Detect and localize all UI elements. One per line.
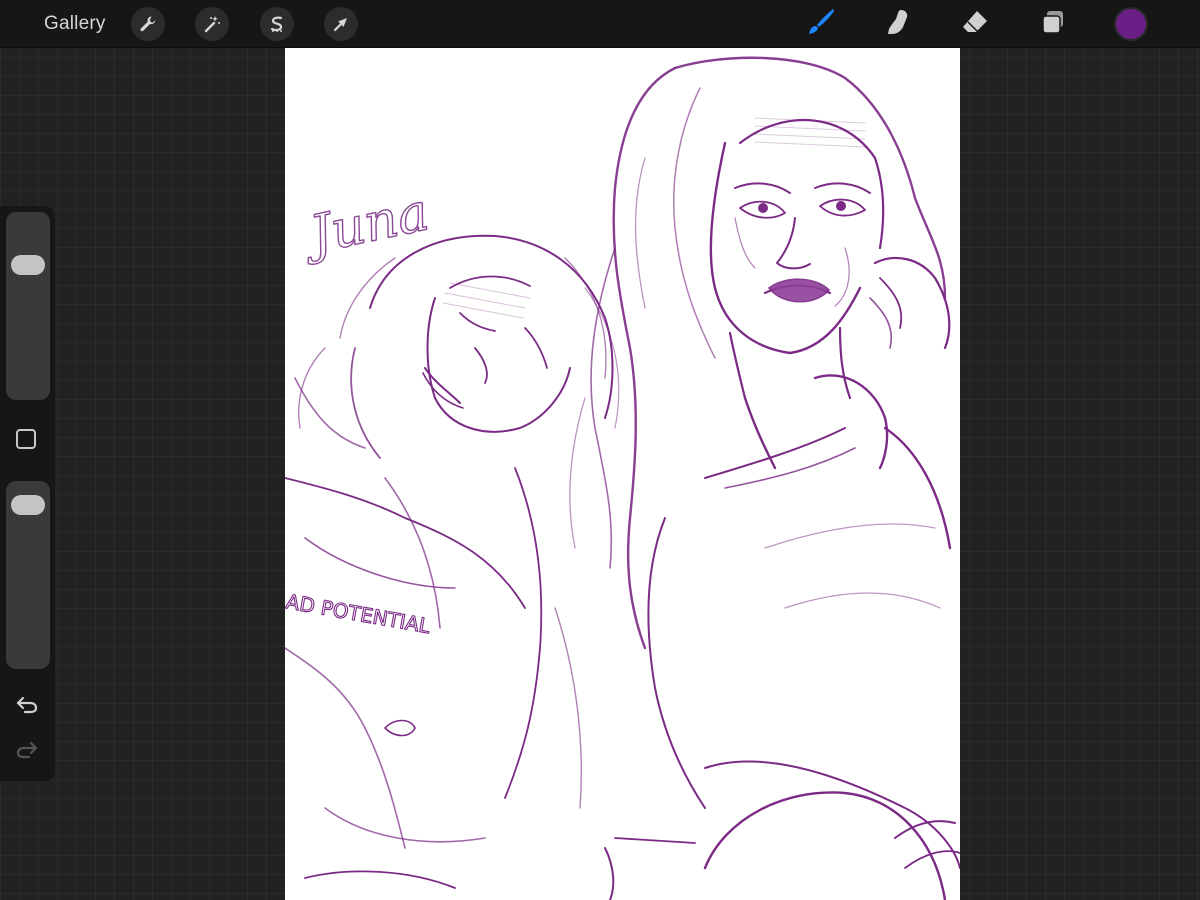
arrow-cursor-icon [331, 14, 351, 34]
drawing-canvas[interactable]: Juna AD POTENTIAL [285, 48, 960, 900]
modifier-square-button[interactable] [16, 429, 36, 449]
adjustments-button[interactable] [195, 7, 229, 41]
magic-wand-icon [202, 14, 222, 34]
color-picker-swatch[interactable] [1116, 9, 1146, 39]
layers-button[interactable] [1035, 6, 1071, 42]
opacity-knob[interactable] [11, 494, 45, 515]
sketch-artwork: Juna AD POTENTIAL [285, 56, 960, 900]
actions-button[interactable] [131, 7, 165, 41]
shirt-text: AD POTENTIAL [285, 589, 433, 638]
brush-icon [805, 6, 837, 43]
brush-size-knob[interactable] [11, 255, 45, 276]
selection-button[interactable] [260, 7, 294, 41]
undo-arrow-icon [15, 695, 39, 720]
signature-text: Juna [296, 182, 434, 267]
brush-tool-button[interactable] [803, 6, 839, 42]
transform-button[interactable] [324, 7, 358, 41]
smudge-finger-icon [883, 7, 913, 42]
selection-s-icon [267, 14, 287, 34]
top-toolbar: Gallery [0, 0, 1200, 48]
gallery-button[interactable]: Gallery [44, 12, 106, 36]
undo-button[interactable] [12, 694, 42, 720]
wrench-icon [138, 14, 158, 34]
brush-size-slider[interactable] [6, 212, 50, 400]
opacity-slider[interactable] [6, 481, 50, 669]
layers-icon [1038, 7, 1068, 42]
eraser-icon [960, 7, 990, 42]
left-sidebar [0, 206, 55, 781]
eraser-tool-button[interactable] [957, 6, 993, 42]
redo-arrow-icon [15, 740, 39, 765]
redo-button[interactable] [12, 739, 42, 765]
smudge-tool-button[interactable] [880, 6, 916, 42]
